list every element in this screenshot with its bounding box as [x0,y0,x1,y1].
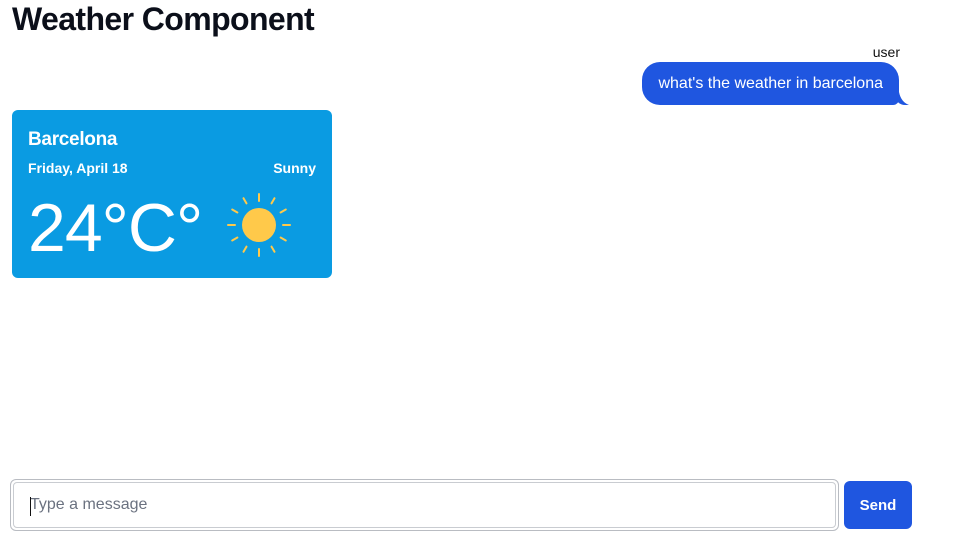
message-input[interactable] [14,483,835,527]
weather-card: Barcelona Friday, April 18 Sunny 24°C° [12,110,332,278]
weather-condition: Sunny [273,160,316,176]
weather-date: Friday, April 18 [28,160,128,176]
sun-icon [227,193,291,257]
text-caret [30,497,31,516]
message-composer [10,479,839,531]
message-author: user [872,44,900,60]
user-message-text: what's the weather in barcelona [658,74,883,92]
weather-city: Barcelona [28,129,118,150]
user-message-bubble: what's the weather in barcelona [642,62,899,105]
page-title: Weather Component [12,1,315,37]
weather-temperature: 24°C° [28,190,203,266]
page: Weather Component user what's the weathe… [0,0,961,549]
send-button[interactable]: Send [844,481,912,529]
message-input-wrapper [13,482,836,528]
